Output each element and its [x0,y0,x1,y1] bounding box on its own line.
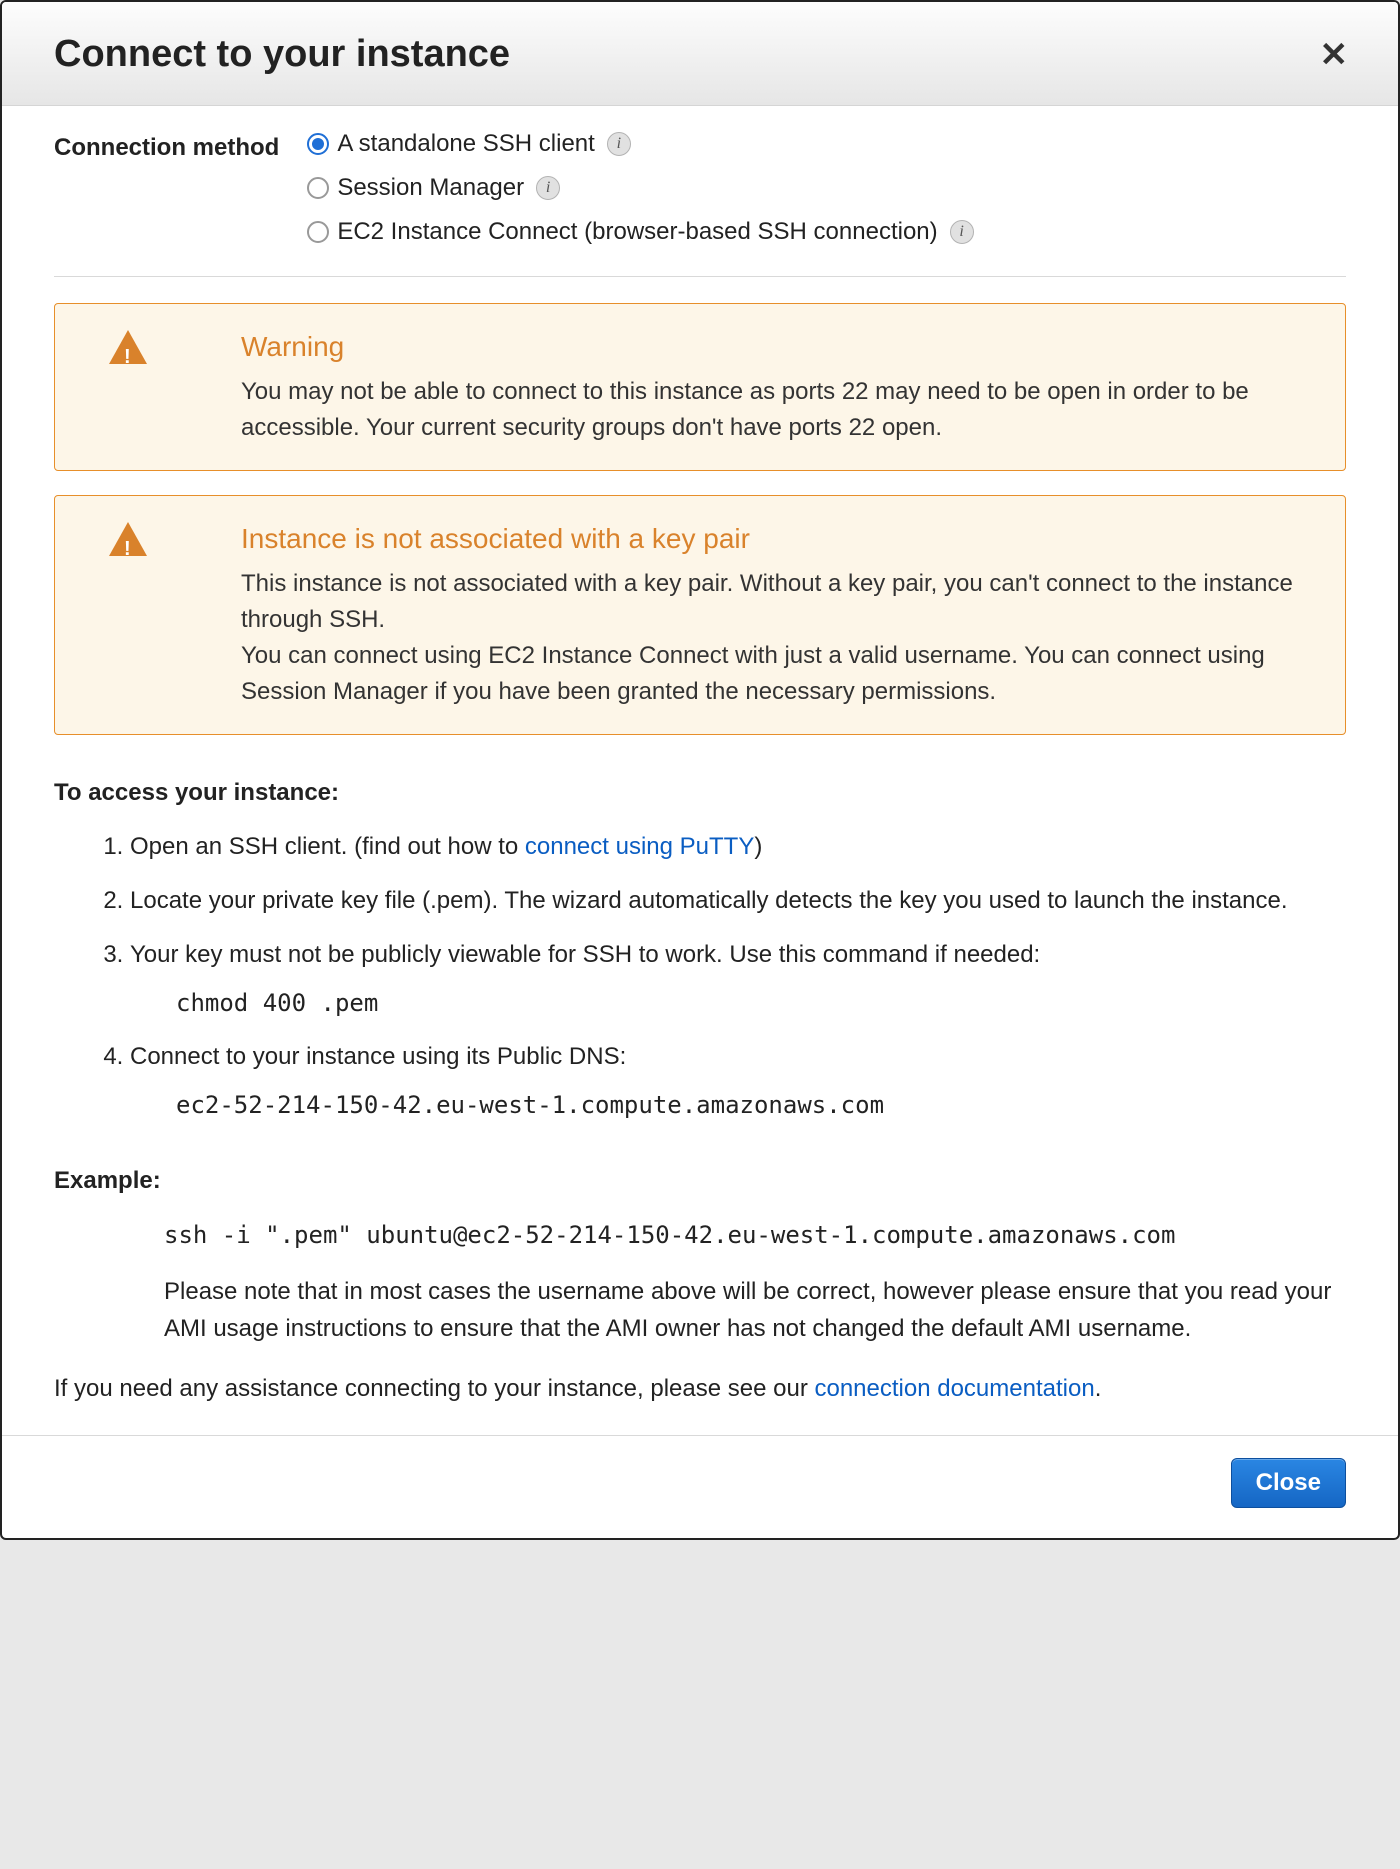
alert-body: This instance is not associated with a k… [241,566,1317,710]
info-icon[interactable]: i [536,176,560,200]
radio-session-manager[interactable] [307,177,329,199]
step3-text: Your key must not be publicly viewable f… [130,941,1040,968]
option-label: EC2 Instance Connect (browser-based SSH … [337,214,937,250]
access-step-3: Your key must not be publicly viewable f… [130,937,1346,1021]
option-label: A standalone SSH client [337,126,595,162]
connection-documentation-link[interactable]: connection documentation [814,1375,1094,1402]
close-icon[interactable]: ✕ [1310,34,1359,76]
warning-alert-port22: ! Warning You may not be able to connect… [54,303,1346,471]
warning-alert-no-keypair: ! Instance is not associated with a key … [54,495,1346,735]
step4-text: Connect to your instance using its Publi… [130,1043,626,1070]
public-dns-code: ec2-52-214-150-42.eu-west-1.compute.amaz… [176,1087,1346,1123]
connection-method-option-ssh[interactable]: A standalone SSH client i [307,126,973,162]
assist-prefix: If you need any assistance connecting to… [54,1375,814,1402]
dialog-header: Connect to your instance ✕ [2,2,1398,106]
connection-method-row: Connection method A standalone SSH clien… [54,126,1346,250]
connect-using-putty-link[interactable]: connect using PuTTY [525,833,754,860]
info-icon[interactable]: i [950,220,974,244]
dialog-title: Connect to your instance [54,26,510,83]
option-label: Session Manager [337,170,524,206]
dialog-body: Connection method A standalone SSH clien… [2,106,1398,1425]
connection-method-label: Connection method [54,126,279,250]
step1-suffix: ) [754,833,762,860]
assist-suffix: . [1095,1375,1102,1402]
alert-title: Warning [241,326,1317,368]
warning-icon: ! [109,522,147,556]
warning-icon: ! [109,330,147,364]
access-heading: To access your instance: [54,775,1346,811]
divider [54,276,1346,277]
access-step-4: Connect to your instance using its Publi… [130,1039,1346,1123]
step1-prefix: Open an SSH client. (find out how to [130,833,525,860]
assistance-text: If you need any assistance connecting to… [54,1371,1346,1407]
radio-ssh[interactable] [307,133,329,155]
alert-title: Instance is not associated with a key pa… [241,518,1317,560]
radio-ec2-instance-connect[interactable] [307,221,329,243]
ssh-example-code: ssh -i ".pem" ubuntu@ec2-52-214-150-42.e… [164,1217,1346,1253]
alert-body: You may not be able to connect to this i… [241,374,1317,446]
close-button[interactable]: Close [1231,1458,1346,1508]
example-note: Please note that in most cases the usern… [164,1273,1346,1347]
access-steps: Open an SSH client. (find out how to con… [54,829,1346,1123]
connection-method-option-ec2-instance-connect[interactable]: EC2 Instance Connect (browser-based SSH … [307,214,973,250]
connect-instance-dialog: Connect to your instance ✕ Connection me… [0,0,1400,1540]
info-icon[interactable]: i [607,132,631,156]
chmod-code: chmod 400 .pem [176,985,1346,1021]
access-step-2: Locate your private key file (.pem). The… [130,883,1346,919]
connection-method-option-session-manager[interactable]: Session Manager i [307,170,973,206]
access-step-1: Open an SSH client. (find out how to con… [130,829,1346,865]
example-heading: Example: [54,1163,1346,1199]
connection-method-options: A standalone SSH client i Session Manage… [307,126,973,250]
dialog-footer: Close [2,1435,1398,1538]
